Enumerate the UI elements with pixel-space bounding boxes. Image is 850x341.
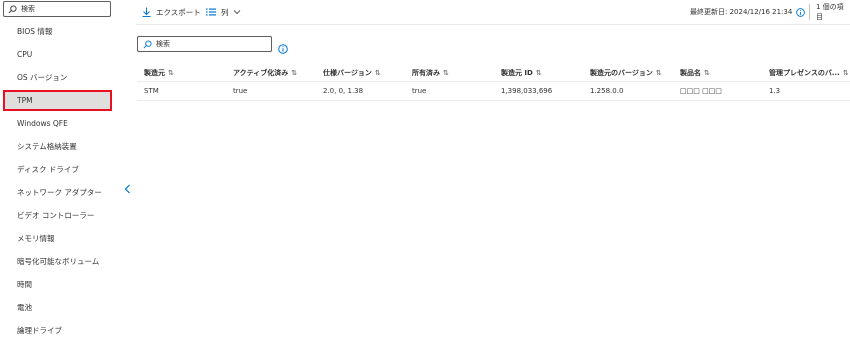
toolbar-divider [809,4,810,20]
column-header-label: アクティブ化済み [233,69,289,77]
column-header-product-name[interactable]: 製品名 ⇅ [680,68,710,78]
collapse-sidebar-button[interactable] [121,182,133,196]
cell-manufacturer-id: 1,398,033,696 [501,87,553,95]
sidebar-item-logical-drives[interactable]: 論理ドライブ [3,320,112,341]
columns-label: 列 [221,7,229,17]
toolbar: エクスポート 列 最終更新日: 2024/12/16 21:34 1 個の項目 [136,0,850,25]
cell-manufacturer-version: 1.258.0.0 [590,87,624,95]
chevron-down-icon [233,10,240,15]
column-header-spec-version[interactable]: 仕様バージョン ⇅ [323,68,381,78]
search-icon [143,39,152,48]
download-icon [142,7,151,17]
sidebar-item-tpm[interactable]: TPM [3,90,112,111]
sort-icon: ⇅ [655,69,662,77]
table-search-input[interactable]: 検索 [137,36,272,52]
sidebar-item-battery[interactable]: 電池 [3,297,112,318]
column-header-manufacturer-id[interactable]: 製造元 ID ⇅ [501,68,542,78]
sidebar-search-input[interactable]: 検索 [3,1,111,17]
sort-icon: ⇅ [443,69,449,77]
export-label: エクスポート [156,7,201,17]
row-divider [137,100,850,101]
columns-list-icon [206,8,216,16]
column-header-label: 管理プレゼンスのバ... [769,69,840,77]
cell-owned: true [412,87,427,95]
column-header-owned[interactable]: 所有済み ⇅ [412,68,449,78]
column-header-label: 仕様バージョン [323,69,372,77]
cell-activated: true [233,87,248,95]
column-header-label: 製造元 [144,69,165,77]
sidebar-item-network-adapters[interactable]: ネットワーク アダプター [3,182,112,203]
chevron-left-icon [124,184,130,194]
column-header-activated[interactable]: アクティブ化済み ⇅ [233,68,297,78]
sidebar-item-system-enclosure[interactable]: システム格納装置 [3,136,112,157]
column-header-manufacturer[interactable]: 製造元 ⇅ [144,68,174,78]
search-icon [8,4,17,13]
cell-manufacturer: STM [144,87,159,95]
sidebar-item-os-version[interactable]: OS バージョン [3,67,112,88]
sidebar-item-cpu[interactable]: CPU [3,44,112,65]
table-search-placeholder: 検索 [156,40,170,48]
sort-icon: ⇅ [168,69,174,77]
column-header-label: 製品名 [680,69,701,77]
column-header-label: 製造元のバージョン [590,69,653,77]
sidebar-search-placeholder: 検索 [21,5,35,13]
sidebar-item-encryptable-volumes[interactable]: 暗号化可能なボリューム [3,251,112,272]
sidebar-item-video-controllers[interactable]: ビデオ コントローラー [3,205,112,226]
sidebar: 検索 BIOS 情報 CPU OS バージョン TPM Windows QFE … [0,0,118,336]
cell-management-presence: 1.3 [769,87,781,95]
sort-icon: ⇅ [374,69,381,77]
cell-product-name: □□□ □□□ [680,87,722,95]
sort-icon: ⇅ [704,69,710,77]
cell-spec-version: 2.0, 0, 1.38 [323,87,364,95]
sort-icon: ⇅ [842,69,849,77]
info-button[interactable] [796,5,805,19]
search-info-button[interactable] [278,39,288,58]
column-header-management-presence[interactable]: 管理プレゼンスのバ... ⇅ [769,68,849,78]
export-button[interactable]: エクスポート [142,5,201,19]
info-icon [278,44,288,54]
header-divider [137,81,850,82]
last-updated-text: 最終更新日: 2024/12/16 21:34 [690,8,793,16]
sidebar-item-disk-drives[interactable]: ディスク ドライブ [3,159,112,180]
sort-icon: ⇅ [535,69,542,77]
column-header-label: 所有済み [412,69,440,77]
sidebar-item-time[interactable]: 時間 [3,274,112,295]
sort-icon: ⇅ [291,69,298,77]
item-count-text: 1 個の項目 [816,3,844,21]
sidebar-item-bios[interactable]: BIOS 情報 [3,21,112,42]
sidebar-item-windows-qfe[interactable]: Windows QFE [3,113,112,134]
info-icon [796,7,805,17]
column-header-manufacturer-version[interactable]: 製造元のバージョン ⇅ [590,68,662,78]
columns-button[interactable]: 列 [206,5,241,19]
column-header-label: 製造元 ID [501,69,533,77]
sidebar-item-memory[interactable]: メモリ情報 [3,228,112,249]
